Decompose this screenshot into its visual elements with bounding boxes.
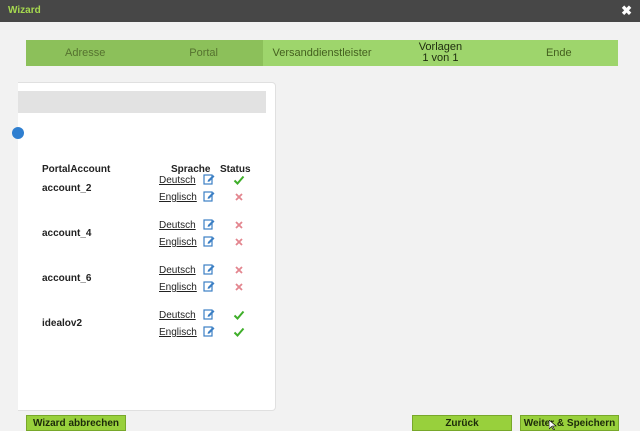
language-link[interactable]: Englisch [159,327,197,338]
account-name: account_6 [42,273,92,284]
mouse-cursor-icon [549,420,557,430]
cross-icon [233,191,245,203]
window-title: Wizard [8,5,41,16]
edit-pencil-icon[interactable] [203,263,215,275]
account-name: account_2 [42,183,92,194]
edit-pencil-icon[interactable] [203,235,215,247]
close-icon[interactable]: ✖ [621,3,632,19]
language-link[interactable]: Deutsch [159,310,196,321]
step-label: Versanddienstleister [272,46,372,59]
checkmark-icon [233,309,245,321]
step-label: Adresse [65,46,106,59]
cross-icon [233,219,245,231]
step-portal: Portal [144,40,263,66]
step-sublabel: 1 von 1 [422,52,459,64]
cancel-wizard-button[interactable]: Wizard abbrechen [26,415,126,431]
edit-pencil-icon[interactable] [203,308,215,320]
language-link[interactable]: Deutsch [159,175,196,186]
edit-pencil-icon[interactable] [203,190,215,202]
back-button[interactable]: Zurück [412,415,512,431]
step-vorlagen: Vorlagen 1 von 1 [381,40,500,66]
language-link[interactable]: Deutsch [159,220,196,231]
account-name: idealov2 [42,318,83,329]
checkmark-icon [233,326,245,338]
language-link[interactable]: Englisch [159,282,197,293]
language-link[interactable]: Englisch [159,192,197,203]
step-adresse: Adresse [26,40,145,66]
step-label: Portal [189,46,218,59]
cross-icon [233,281,245,293]
cross-icon [233,264,245,276]
templates-panel: PortalAccount Sprache Status account_2 De… [12,82,276,411]
wizard-titlebar: Wizard ✖ [0,0,640,22]
language-link[interactable]: Deutsch [159,265,196,276]
edit-pencil-icon[interactable] [203,173,215,185]
account-name: account_4 [42,228,92,239]
edit-pencil-icon[interactable] [203,280,215,292]
step-versanddienstleister: Versanddienstleister [262,40,382,66]
edit-pencil-icon[interactable] [203,325,215,337]
step-ende: Ende [499,40,619,66]
language-link[interactable]: Englisch [159,237,197,248]
filter-bar[interactable] [18,91,266,113]
checkmark-icon [233,174,245,186]
info-icon[interactable] [12,127,24,139]
cross-icon [233,236,245,248]
step-label: Ende [545,46,572,59]
wizard-steps: Adresse Portal Versanddienstleister Vorl… [26,40,619,66]
edit-pencil-icon[interactable] [203,218,215,230]
save-continue-button[interactable]: Weiter & Speichern [520,415,619,431]
header-portalaccount: PortalAccount [42,164,111,175]
